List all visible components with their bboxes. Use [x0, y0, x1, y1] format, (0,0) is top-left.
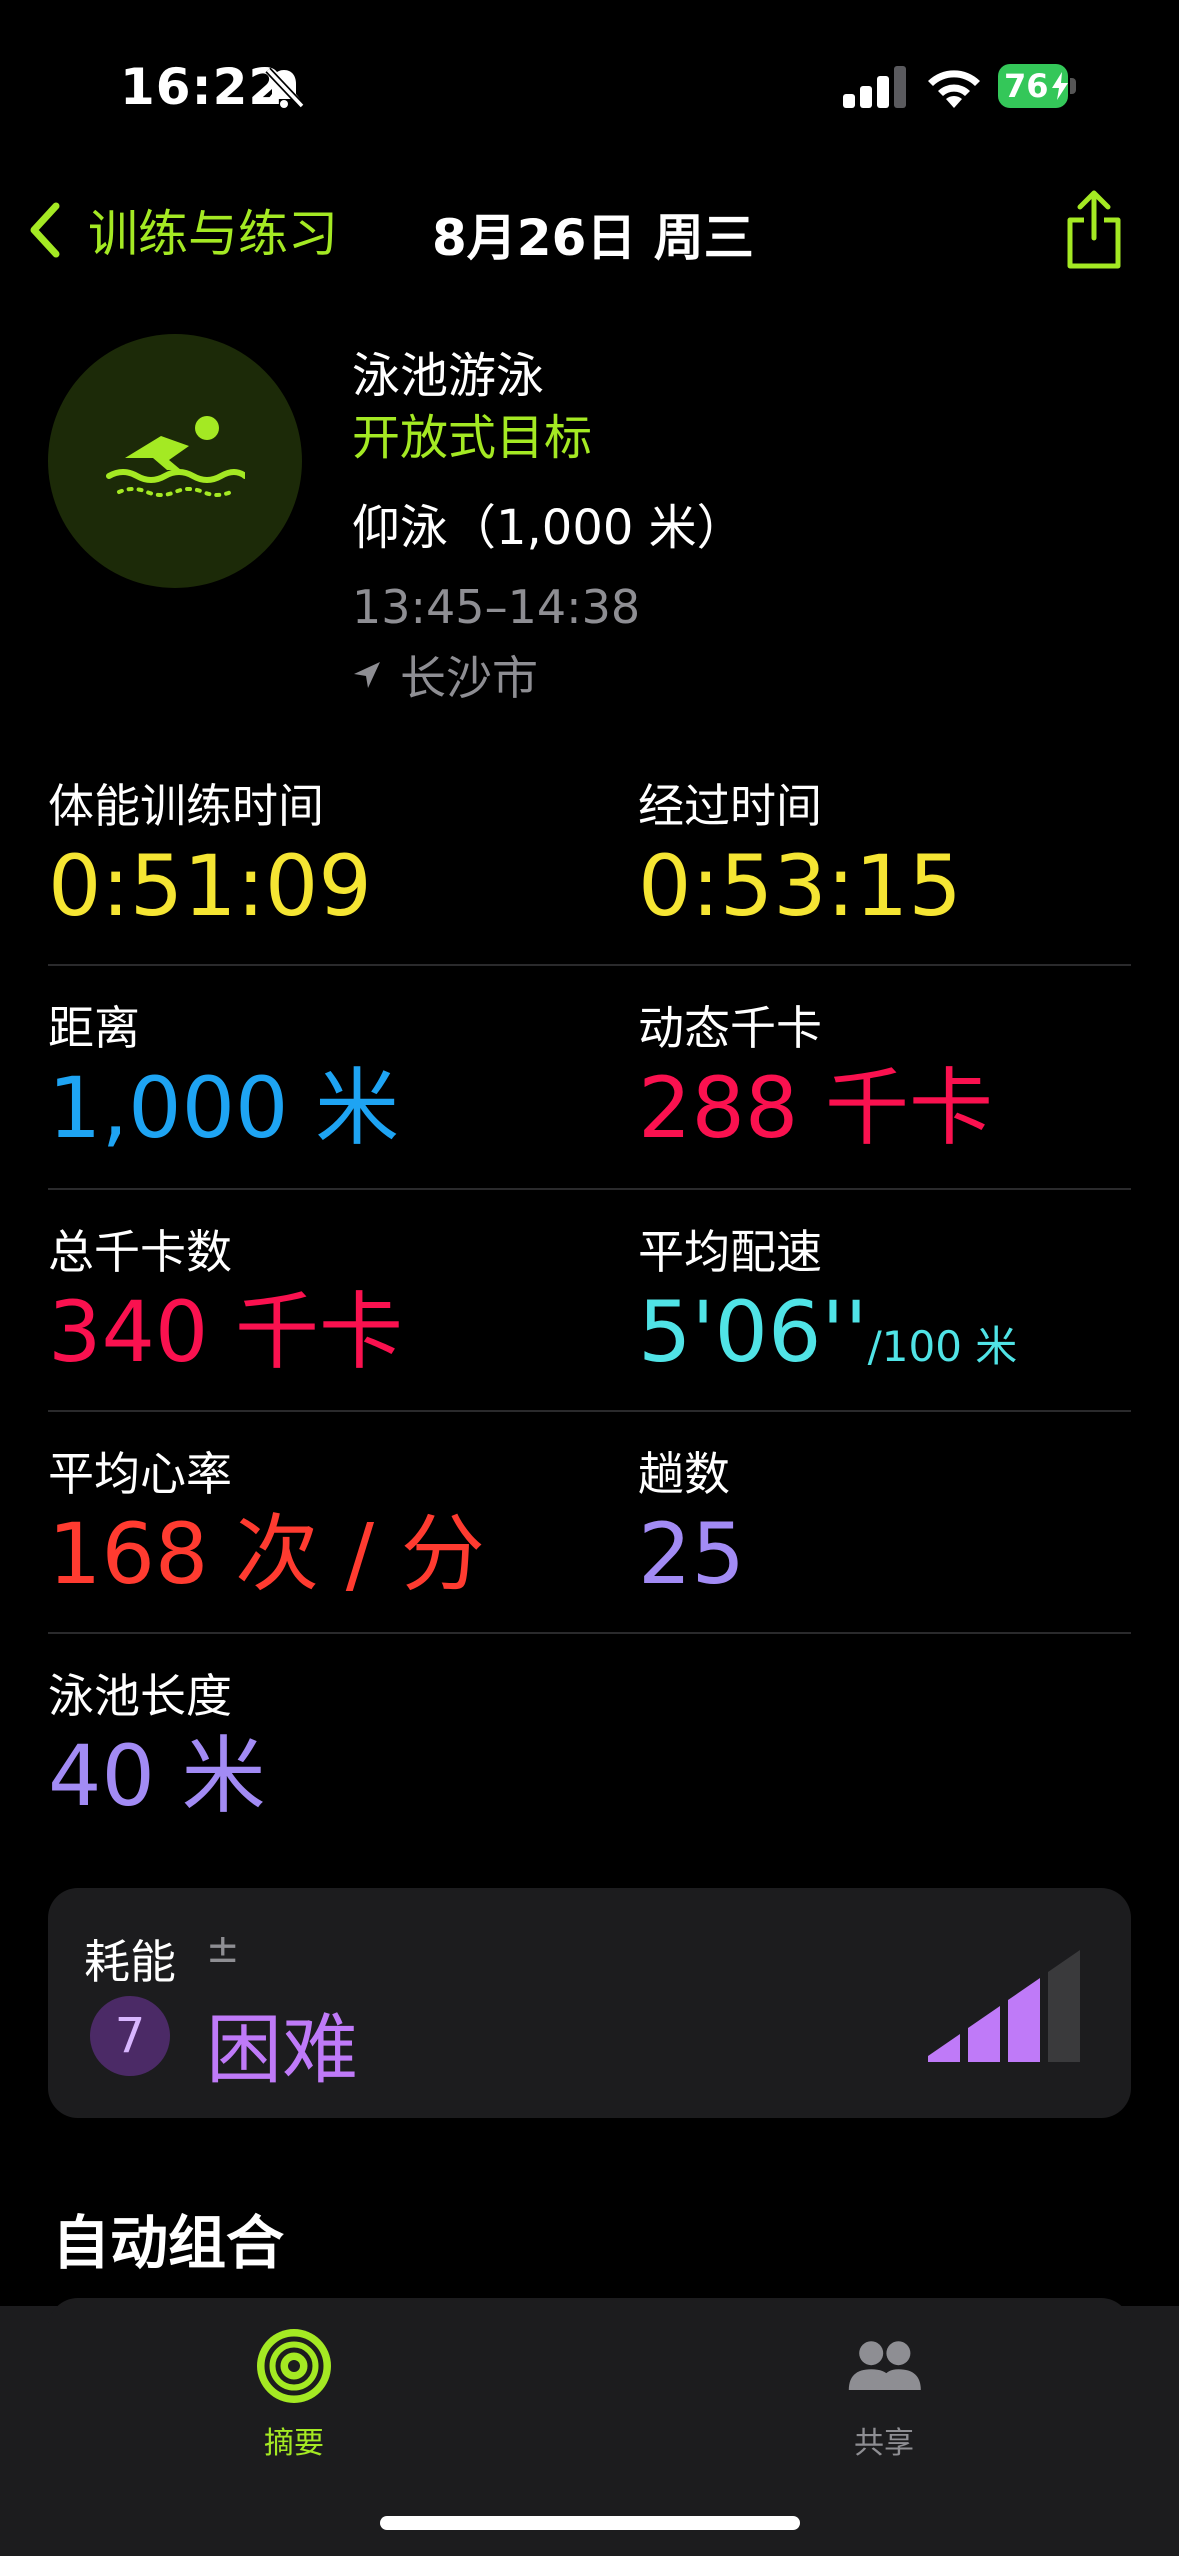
tab-summary[interactable]: 摘要	[144, 2326, 444, 2486]
cellular-signal-icon	[843, 66, 906, 108]
workout-type: 泳池游泳	[352, 348, 545, 404]
metric-average-pace: 平均配速 5'06''/100 米	[638, 1225, 1018, 1381]
tab-summary-label: 摘要	[264, 2426, 324, 2461]
home-indicator[interactable]	[380, 2516, 800, 2530]
effort-label: 耗能	[84, 1935, 176, 1989]
metric-active-calories: 动态千卡 288 千卡	[638, 1001, 994, 1157]
metric-laps: 趟数 25	[638, 1447, 745, 1603]
divider	[48, 1632, 1131, 1634]
divider	[48, 1410, 1131, 1412]
swimmer-icon	[106, 416, 245, 497]
wifi-icon	[928, 70, 980, 108]
effort-level: 困难	[206, 2005, 358, 2094]
metric-workout-time: 体能训练时间 0:51:09	[48, 779, 372, 935]
effort-bar	[1008, 1978, 1040, 2062]
page-title: 8月26日 周三	[432, 209, 754, 267]
tab-sharing[interactable]: 共享	[734, 2326, 1034, 2486]
location-arrow-icon	[354, 662, 380, 688]
navigation-bar: 训练与练习 8月26日 周三	[0, 170, 1179, 290]
people-icon	[848, 2341, 921, 2390]
effort-bar	[928, 2034, 960, 2062]
effort-adjust-icon[interactable]: ±	[206, 1926, 240, 1972]
effort-card[interactable]: 耗能 ± 7 困难	[48, 1888, 1131, 2118]
effort-bar	[968, 2006, 1000, 2062]
share-icon[interactable]	[1062, 188, 1126, 270]
workout-detail-screen: 16:22 76 训练与练习 8月26日 周三 泳池游泳 开放式目标 仰泳（1,…	[0, 0, 1179, 2556]
location-name: 长沙市	[400, 651, 538, 705]
metric-total-calories: 总千卡数 340 千卡	[48, 1225, 404, 1381]
workout-time-range: 13:45–14:38	[352, 580, 641, 634]
status-bar: 16:22 76	[0, 0, 1179, 170]
divider	[48, 964, 1131, 966]
charging-bolt-icon	[1052, 72, 1068, 100]
effort-bars-icon	[928, 1950, 1080, 2062]
back-button[interactable]: 训练与练习	[24, 192, 338, 268]
effort-bar	[1048, 1950, 1080, 2062]
back-button-label: 训练与练习	[88, 205, 338, 263]
effort-score-badge: 7	[90, 1996, 170, 2076]
chevron-left-icon	[30, 202, 60, 258]
workout-goal: 开放式目标	[352, 410, 593, 466]
workout-location: 长沙市	[352, 642, 538, 708]
workout-stroke-detail: 仰泳（1,000 米）	[352, 500, 745, 556]
metric-pool-length: 泳池长度 40 米	[48, 1669, 266, 1825]
divider	[48, 1188, 1131, 1190]
metric-distance: 距离 1,000 米	[48, 1001, 400, 1157]
metric-average-heart-rate: 平均心率 168 次 / 分	[48, 1447, 485, 1603]
battery-indicator: 76	[998, 64, 1076, 108]
workout-type-icon-badge	[48, 334, 302, 588]
metric-elapsed-time: 经过时间 0:53:15	[638, 779, 962, 935]
tab-sharing-label: 共享	[854, 2426, 914, 2461]
bell-slash-icon	[265, 67, 305, 109]
section-title-auto-sets: 自动组合	[52, 2209, 285, 2277]
activity-rings-icon	[257, 2329, 331, 2403]
